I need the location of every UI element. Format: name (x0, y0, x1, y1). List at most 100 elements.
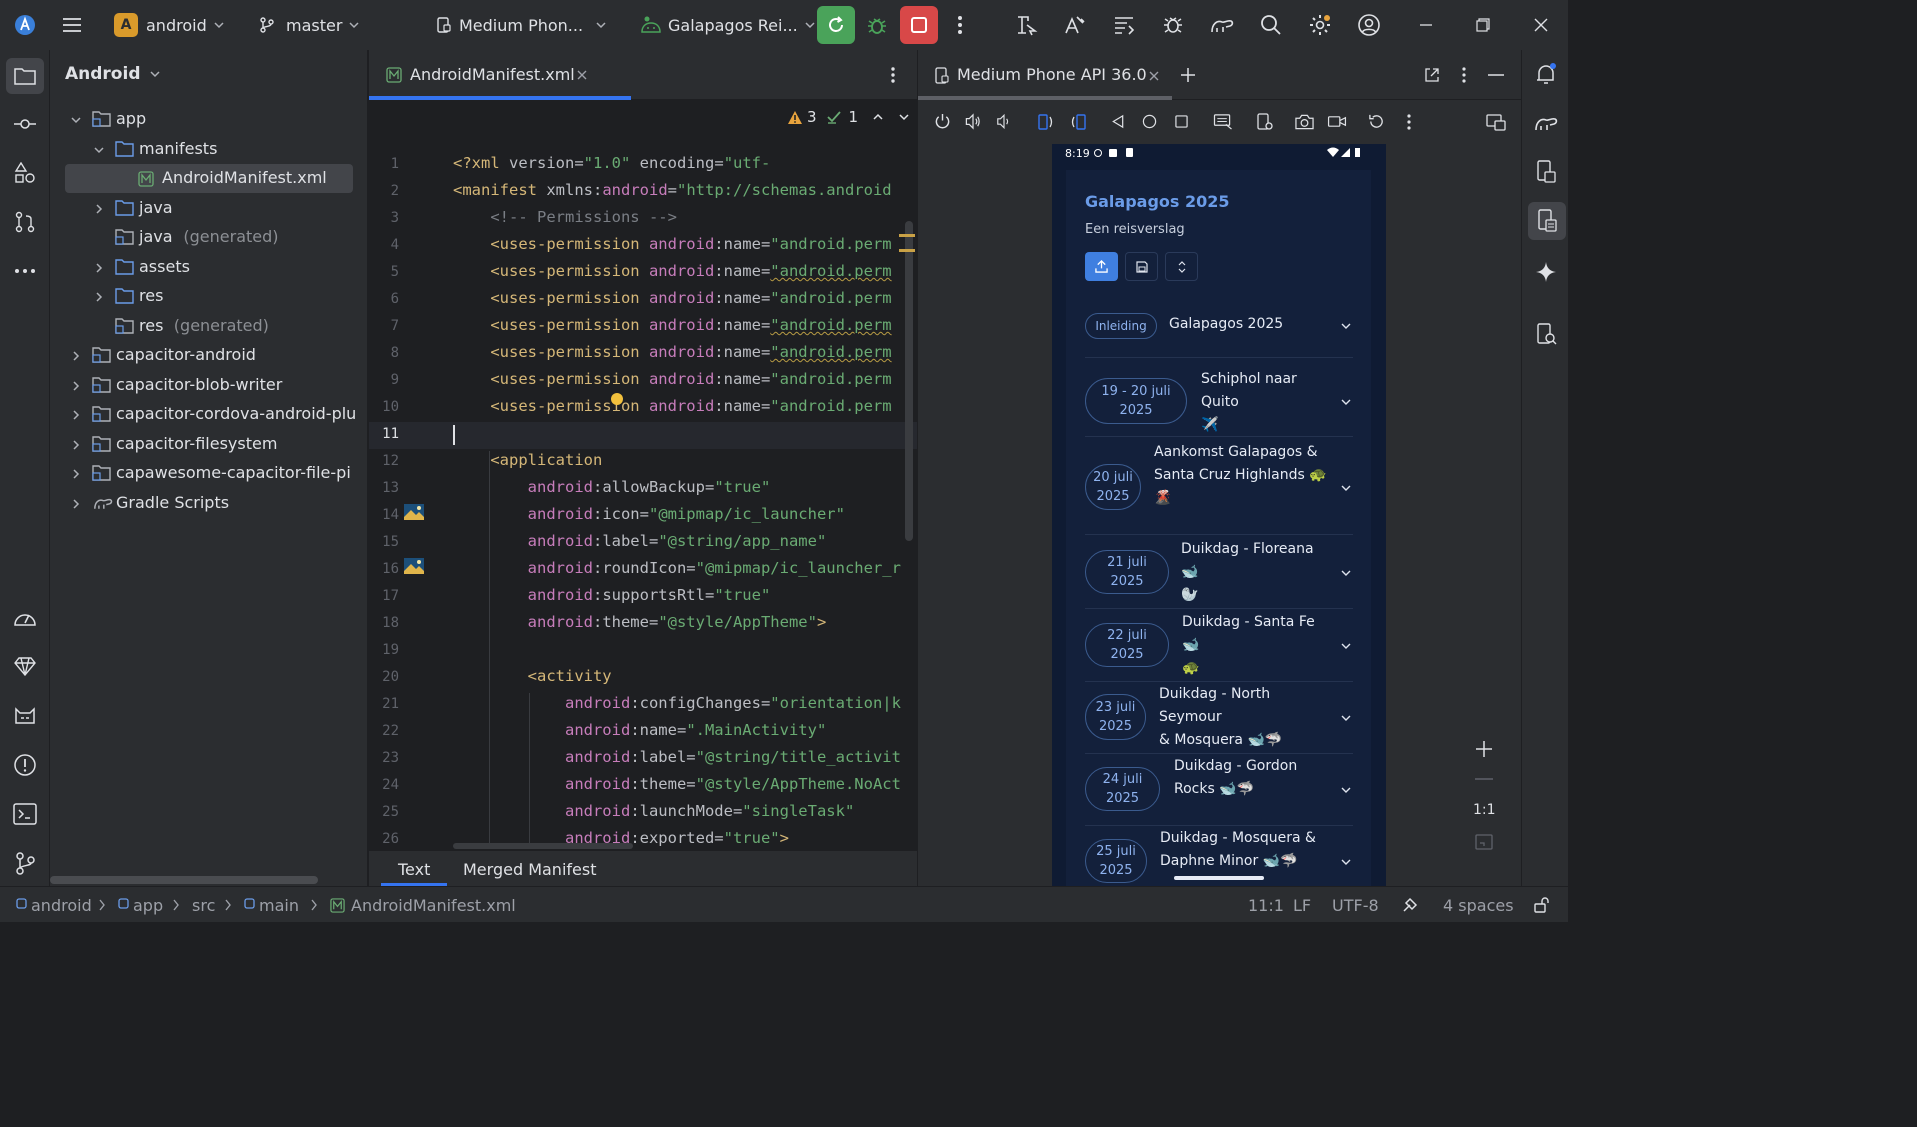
tree-item[interactable]: assets (50, 253, 367, 282)
chevron-right-icon[interactable] (70, 409, 82, 421)
zoom-actual-size[interactable]: 1:1 (1473, 802, 1496, 818)
code-line[interactable]: android:theme="@style/AppTheme.NoAct (453, 775, 901, 793)
project-selector[interactable]: A android (114, 0, 225, 50)
chevron-right-icon[interactable] (70, 380, 82, 392)
code-line[interactable]: <uses-permission android:name="android.p… (453, 262, 891, 280)
chevron-up-icon[interactable] (872, 111, 884, 123)
translate-icon[interactable] (1059, 9, 1091, 41)
settings-gear-icon[interactable] (1304, 9, 1336, 41)
breadcrumb-item[interactable]: AndroidManifest.xml (351, 896, 516, 915)
tab-merged-manifest[interactable]: Merged Manifest (463, 860, 596, 879)
running-devices-icon[interactable] (1528, 202, 1566, 240)
project-tool-icon[interactable] (6, 58, 44, 94)
restore-window-icon[interactable] (1467, 9, 1499, 41)
rotate-left-icon[interactable] (1037, 113, 1055, 131)
intro-row[interactable]: Inleiding Galapagos 2025 (1085, 313, 1353, 358)
gemini-icon[interactable] (1530, 256, 1562, 288)
run-config-selector[interactable]: Galapagos Rei... (640, 0, 816, 50)
editor-hscrollbar[interactable] (453, 843, 633, 849)
more-tools-icon[interactable] (9, 255, 41, 287)
caret-position[interactable]: 11:1 (1248, 896, 1284, 915)
tree-item[interactable]: capacitor-android (50, 341, 367, 370)
code-line[interactable]: <?xml version="1.0" encoding="utf- (453, 154, 770, 172)
day-row[interactable]: 22 juli 2025 Duikdag - Santa Fe 🐋 🐢 (1085, 614, 1353, 682)
code-line[interactable]: <manifest xmlns:android="http://schemas.… (453, 181, 892, 199)
tree-item[interactable]: manifests (50, 135, 367, 164)
day-row[interactable]: 21 juli 2025 Duikdag - Floreana 🐋 🦭 (1085, 541, 1353, 609)
tree-item[interactable]: capacitor-cordova-android-plu (50, 400, 367, 429)
screen-record-icon[interactable] (1327, 114, 1347, 129)
resource-manager-icon[interactable] (9, 157, 41, 189)
tree-item[interactable]: res (generated) (50, 312, 367, 341)
debug-button[interactable] (861, 9, 893, 41)
device-inspector-icon[interactable] (1530, 319, 1562, 351)
device-screen[interactable]: 8:19 Galapagos 2025 Een reisverslag Inle… (1052, 144, 1386, 886)
code-line[interactable]: <!-- Permissions --> (453, 208, 677, 226)
apply-changes-button[interactable] (817, 6, 855, 44)
minimize-window-icon[interactable] (1410, 9, 1442, 41)
code-line[interactable]: android:launchMode="singleTask" (453, 802, 854, 820)
project-view-selector[interactable]: Android (65, 64, 161, 84)
power-icon[interactable] (934, 113, 951, 130)
device-selector[interactable]: Medium Phon... (435, 0, 607, 50)
chevron-down-icon[interactable] (70, 114, 82, 126)
editor-content[interactable]: 1 2 3 4 5 6 7 8 9 10 11 12 13 14 15 16 17 18 19 20 21 22 23 24 2… (369, 101, 917, 849)
code-line[interactable]: android:supportsRtl="true" (453, 586, 771, 604)
overview-icon[interactable] (1175, 115, 1188, 128)
code-line[interactable]: <uses-permission android:name="android.p… (453, 316, 891, 334)
expand-collapse-button[interactable] (1165, 252, 1198, 281)
day-row[interactable]: 24 juli 2025 Duikdag - Gordon Rocks 🐋🦈 (1085, 758, 1353, 826)
branch-selector[interactable]: master (258, 0, 360, 50)
tab-medium-phone[interactable]: Medium Phone API 36.0 (918, 50, 1172, 100)
gradle-icon[interactable] (1530, 107, 1562, 139)
tree-item[interactable]: res (50, 282, 367, 311)
breadcrumb-item[interactable]: main (259, 896, 299, 915)
open-external-icon[interactable] (1424, 67, 1440, 83)
chevron-down-icon[interactable] (93, 144, 105, 156)
screenshot-icon[interactable] (1295, 114, 1314, 130)
close-tab-icon[interactable] (1148, 70, 1160, 82)
version-control-icon[interactable] (9, 847, 41, 879)
emulator-more-icon[interactable] (1406, 113, 1412, 131)
search-icon[interactable] (1255, 9, 1287, 41)
code-line[interactable]: <uses-permission android:name="android.p… (453, 370, 891, 388)
commit-tool-icon[interactable] (9, 108, 41, 140)
volume-up-icon[interactable] (964, 113, 982, 130)
settings-bug-icon[interactable] (1157, 9, 1189, 41)
horizontal-scrollbar[interactable] (50, 876, 318, 884)
chevron-right-icon[interactable] (70, 498, 82, 510)
pull-requests-icon[interactable] (9, 206, 41, 238)
gradle-sync-icon[interactable] (1206, 9, 1238, 41)
day-row[interactable]: 19 - 20 juli 2025 Schiphol naar Quito ✈️ (1085, 371, 1353, 437)
gesture-navigation-bar[interactable] (1174, 876, 1264, 880)
app-inspector-icon[interactable] (1256, 113, 1274, 131)
hide-panel-icon[interactable] (1488, 74, 1504, 76)
code-line[interactable]: android:icon="@mipmap/ic_launcher" (453, 505, 845, 523)
zoom-fit-icon[interactable] (1475, 834, 1493, 850)
device-manager-icon[interactable] (1010, 9, 1042, 41)
tree-item[interactable]: AndroidManifest.xml (65, 164, 353, 193)
profiler-icon[interactable] (9, 602, 41, 634)
rotate-right-icon[interactable] (1069, 113, 1087, 131)
keyboard-icon[interactable] (1213, 113, 1233, 130)
code-line[interactable]: <uses-permission android:name="android.p… (453, 235, 891, 253)
vertical-scrollbar[interactable] (905, 221, 913, 541)
close-window-icon[interactable] (1525, 9, 1557, 41)
chevron-right-icon[interactable] (93, 262, 105, 274)
tree-item[interactable]: app (50, 105, 367, 134)
volume-down-icon[interactable] (996, 113, 1012, 130)
zoom-in-icon[interactable] (1475, 740, 1493, 758)
terminal-icon[interactable] (9, 798, 41, 830)
file-encoding[interactable]: UTF-8 (1332, 896, 1379, 915)
main-menu-icon[interactable] (56, 9, 88, 41)
line-separator[interactable]: LF (1293, 896, 1311, 915)
notifications-icon[interactable] (1530, 58, 1562, 90)
device-file-explorer-icon[interactable] (1530, 156, 1562, 188)
account-icon[interactable] (1353, 9, 1385, 41)
tab-androidmanifest[interactable]: AndroidManifest.xml (369, 50, 631, 100)
share-button[interactable] (1085, 252, 1118, 281)
extended-controls-icon[interactable] (1486, 113, 1506, 131)
code-line[interactable]: <uses-permission android:name="android.p… (453, 289, 891, 307)
close-tab-icon[interactable] (576, 69, 588, 81)
code-line[interactable]: android:label="@string/title_activit (453, 748, 901, 766)
